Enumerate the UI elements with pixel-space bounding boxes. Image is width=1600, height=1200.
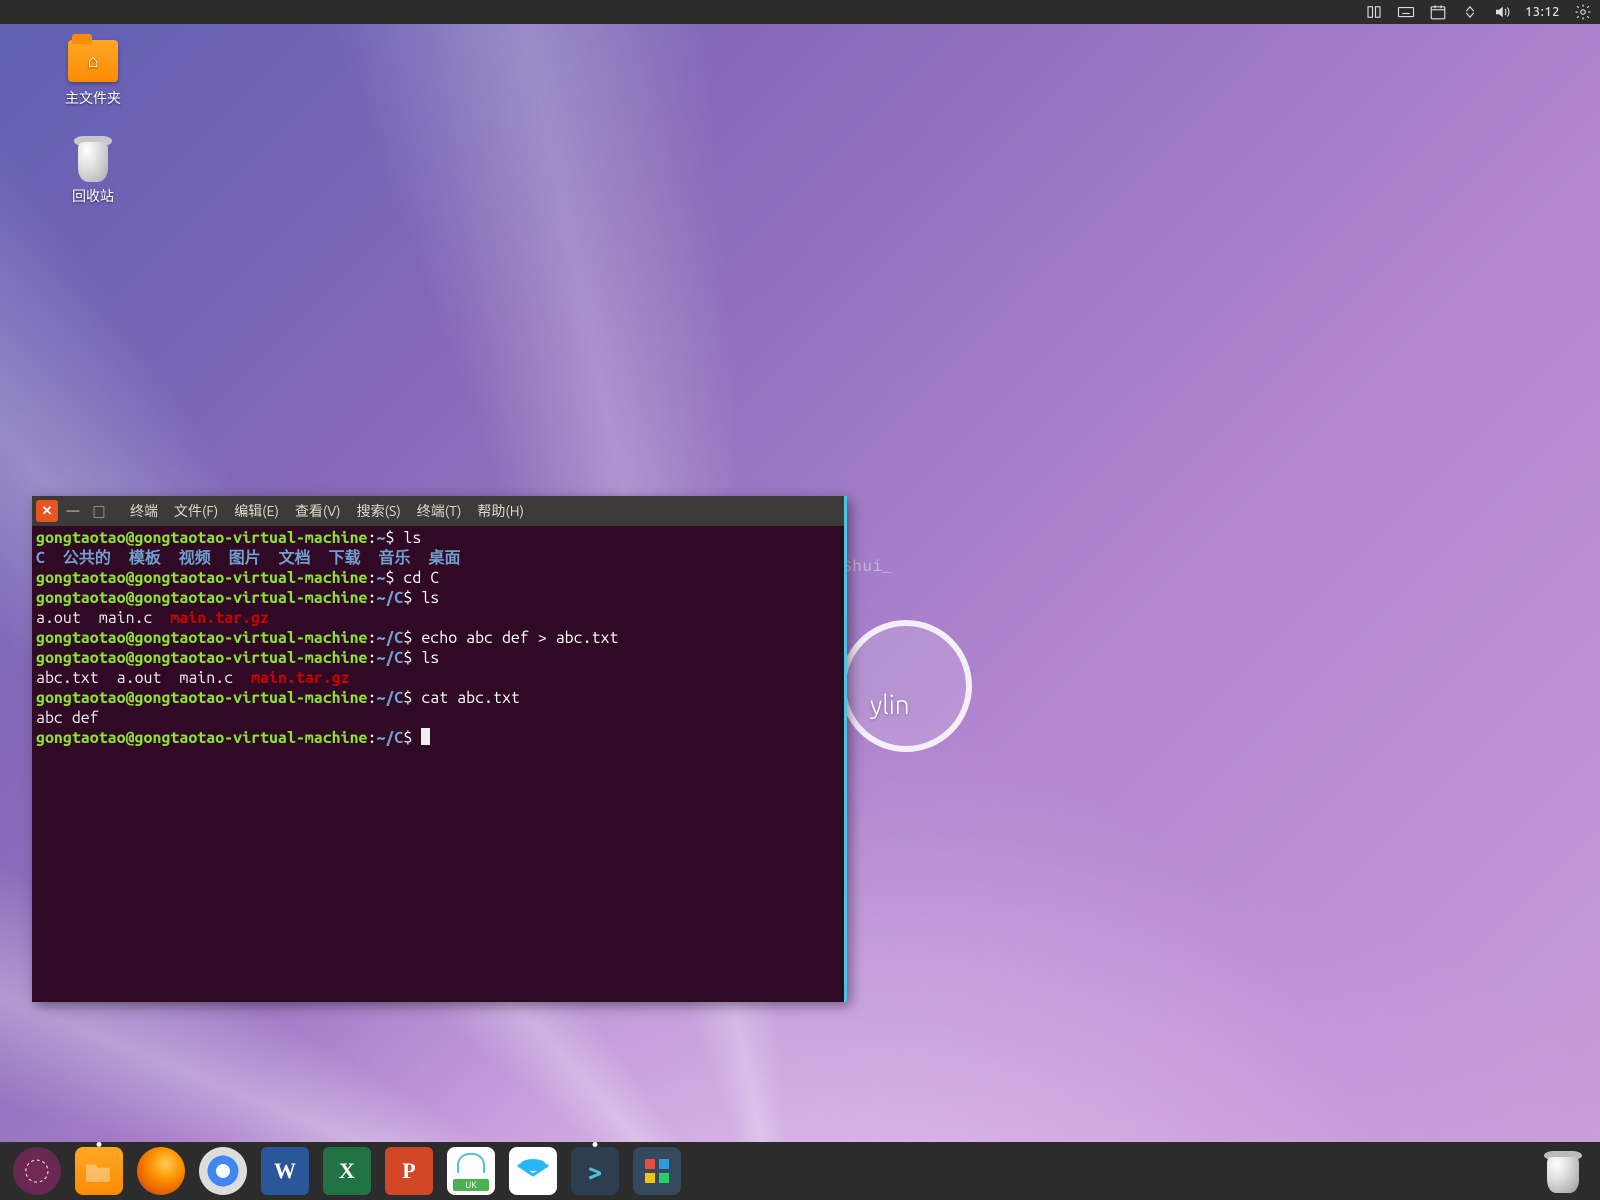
dock-files-icon[interactable]	[75, 1147, 123, 1195]
trash-icon	[72, 132, 114, 182]
minimize-button[interactable]: ―	[62, 500, 84, 522]
dock-software-store-icon[interactable]: UK	[447, 1147, 495, 1195]
kylin-text: ylin	[870, 690, 910, 719]
calendar-icon[interactable]	[1429, 3, 1447, 21]
dock-ubuntu-icon[interactable]: ◌	[13, 1147, 61, 1195]
menu-view[interactable]: 查看(V)	[289, 499, 347, 523]
menu-help[interactable]: 帮助(H)	[471, 499, 530, 523]
terminal-titlebar[interactable]: ✕ ― □ 终端 文件(F) 编辑(E) 查看(V) 搜索(S) 终端(T) 帮…	[32, 496, 844, 526]
dock-firefox-icon[interactable]	[137, 1147, 185, 1195]
menu-terminal[interactable]: 终端(T)	[411, 499, 468, 523]
dock-excel-icon[interactable]: X	[323, 1147, 371, 1195]
dock-trash-icon[interactable]	[1542, 1147, 1584, 1195]
dock-chromium-icon[interactable]	[199, 1147, 247, 1195]
desktop-icon-label: 主文件夹	[48, 88, 138, 108]
maximize-button[interactable]: □	[88, 500, 110, 522]
menu-edit[interactable]: 编辑(E)	[228, 499, 285, 523]
dock-terminal-icon[interactable]: >	[571, 1147, 619, 1195]
settings-gear-icon[interactable]	[1574, 3, 1592, 21]
dock-apps-icon[interactable]	[633, 1147, 681, 1195]
dock: ◌ W X P UK >	[0, 1142, 1600, 1200]
dock-mail-icon[interactable]	[509, 1147, 557, 1195]
dock-word-icon[interactable]: W	[261, 1147, 309, 1195]
desktop-icon-label: 回收站	[48, 186, 138, 206]
menu-search[interactable]: 搜索(S)	[351, 499, 407, 523]
top-panel: 13:12	[0, 0, 1600, 24]
kylin-logo	[840, 620, 972, 752]
desktop[interactable]: 13:12 ⌂ 主文件夹 回收站 ylin http://blog.csdn.n…	[0, 0, 1600, 1200]
home-folder-icon: ⌂	[68, 40, 118, 82]
dock-powerpoint-icon[interactable]: P	[385, 1147, 433, 1195]
desktop-icon-trash[interactable]: 回收站	[48, 132, 138, 206]
terminal-window[interactable]: ✕ ― □ 终端 文件(F) 编辑(E) 查看(V) 搜索(S) 终端(T) 帮…	[32, 496, 847, 1002]
network-icon[interactable]	[1461, 3, 1479, 21]
close-button[interactable]: ✕	[36, 500, 58, 522]
cursor	[421, 728, 430, 745]
terminal-content[interactable]: gongtaotao@gongtaotao-virtual-machine:~$…	[32, 526, 844, 1002]
indicator-1[interactable]	[1365, 3, 1383, 21]
volume-icon[interactable]	[1493, 3, 1511, 21]
keyboard-icon[interactable]	[1397, 3, 1415, 21]
desktop-icon-home[interactable]: ⌂ 主文件夹	[48, 40, 138, 108]
clock[interactable]: 13:12	[1525, 5, 1560, 19]
terminal-menubar: 终端 文件(F) 编辑(E) 查看(V) 搜索(S) 终端(T) 帮助(H)	[124, 499, 530, 523]
menu-title[interactable]: 终端	[124, 499, 164, 523]
menu-file[interactable]: 文件(F)	[168, 499, 224, 523]
